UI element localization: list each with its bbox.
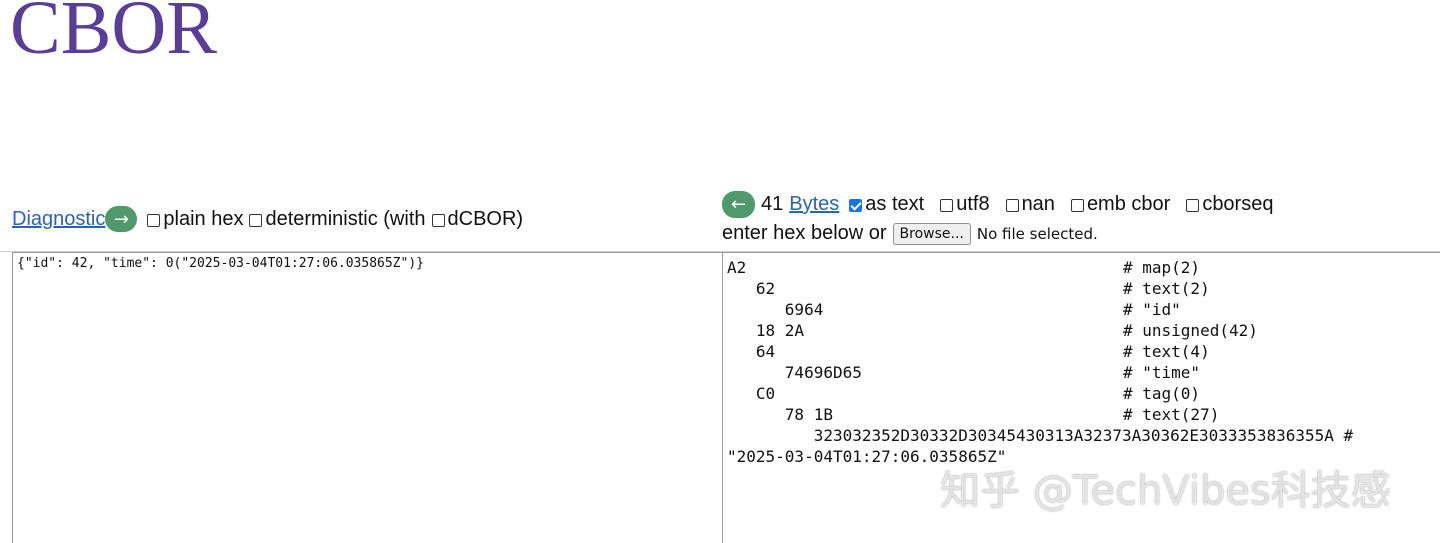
nan-label: nan — [1021, 193, 1055, 215]
diagnostic-toolbar: Diagnostic → plain hex deterministic (wi… — [12, 206, 530, 232]
cbor-playground-page: CBOR Diagnostic → plain hex deterministi… — [0, 0, 1440, 543]
emb-cbor-label: emb cbor — [1086, 193, 1171, 215]
hex-bytes: C0 — [727, 384, 776, 403]
plain-hex-option[interactable]: plain hex — [147, 208, 243, 231]
hex-toolbar: ← 41 Bytes as text utf8 nan emb cbor cbo — [722, 191, 1280, 245]
hex-line: A2 # map(2) — [727, 257, 1436, 278]
dcbor-option[interactable]: dCBOR) — [431, 207, 524, 231]
hex-line: 74696D65 # "time" — [727, 362, 1436, 383]
hex-bytes: A2 — [727, 258, 747, 277]
hex-comment: # text(4) — [1123, 342, 1210, 361]
as-text-label: as text — [865, 193, 925, 215]
diagnostic-textarea[interactable]: {"id": 42, "time": 0("2025-03-04T01:27:0… — [12, 252, 722, 543]
hex-line: 18 2A # unsigned(42) — [727, 320, 1436, 341]
dcbor-label: dCBOR) — [447, 207, 524, 230]
hex-bytes: 62 — [727, 279, 776, 298]
hex-wrap-line: 323032352D30332D30345430313A32373A30362E… — [727, 426, 1354, 466]
bytes-link[interactable]: Bytes — [789, 193, 839, 216]
deterministic-checkbox[interactable] — [249, 213, 263, 227]
hex-line: 6964 # "id" — [727, 299, 1436, 320]
emb-cbor-option[interactable]: emb cbor — [1070, 193, 1171, 216]
hex-bytes: 64 — [727, 342, 776, 361]
hex-bytes: 6964 — [727, 300, 824, 319]
hex-comment: # "id" — [1123, 300, 1181, 319]
hex-comment: # map(2) — [1123, 258, 1201, 277]
cborseq-checkbox[interactable] — [1186, 199, 1200, 212]
hex-line: 62 # text(2) — [727, 278, 1436, 299]
cbor-logo: CBOR — [10, 0, 217, 70]
convert-to-diagnostic-button[interactable]: ← — [722, 191, 755, 218]
hex-textarea[interactable]: A2 # map(2) 62 # text(2) 6964 # "id" 18 2A #… — [722, 252, 1440, 543]
dcbor-checkbox[interactable] — [431, 213, 445, 227]
hex-comment: # text(27) — [1123, 405, 1220, 424]
hex-line: C0 # tag(0) — [727, 383, 1436, 404]
cborseq-option[interactable]: cborseq — [1186, 193, 1273, 216]
enter-hex-text: enter hex below or — [722, 222, 887, 244]
hex-line: 78 1B # text(27) — [727, 404, 1436, 425]
file-status: No file selected. — [976, 224, 1098, 243]
as-text-option[interactable]: as text — [849, 193, 924, 216]
hex-bytes: 18 2A — [727, 321, 805, 340]
diagnostic-link[interactable]: Diagnostic — [12, 208, 105, 231]
hex-comment: # "time" — [1123, 363, 1201, 382]
plain-hex-label: plain hex — [163, 207, 244, 230]
utf8-label: utf8 — [956, 193, 990, 215]
cborseq-label: cborseq — [1202, 193, 1274, 215]
utf8-checkbox[interactable] — [940, 199, 954, 212]
hex-comment: # unsigned(42) — [1123, 321, 1258, 340]
hex-comment: # tag(0) — [1123, 384, 1201, 403]
emb-cbor-checkbox[interactable] — [1070, 199, 1084, 212]
byte-count: 41 — [761, 193, 784, 215]
nan-checkbox[interactable] — [1005, 199, 1019, 212]
hex-comment: # text(2) — [1123, 279, 1210, 298]
utf8-option[interactable]: utf8 — [940, 193, 990, 216]
as-text-checkbox[interactable] — [849, 199, 863, 212]
hex-bytes: 74696D65 — [727, 363, 862, 382]
nan-option[interactable]: nan — [1005, 193, 1055, 216]
browse-button[interactable]: Browse... — [892, 222, 971, 245]
hex-bytes: 78 1B — [727, 405, 833, 424]
hex-line: 64 # text(4) — [727, 341, 1436, 362]
deterministic-option[interactable]: deterministic (with — [249, 207, 426, 231]
deterministic-label: deterministic (with — [265, 207, 426, 230]
hex-lines: A2 # map(2) 62 # text(2) 6964 # "id" 18 2A #… — [727, 257, 1436, 425]
plain-hex-checkbox[interactable] — [147, 213, 161, 227]
convert-to-hex-button[interactable]: → — [105, 206, 138, 232]
